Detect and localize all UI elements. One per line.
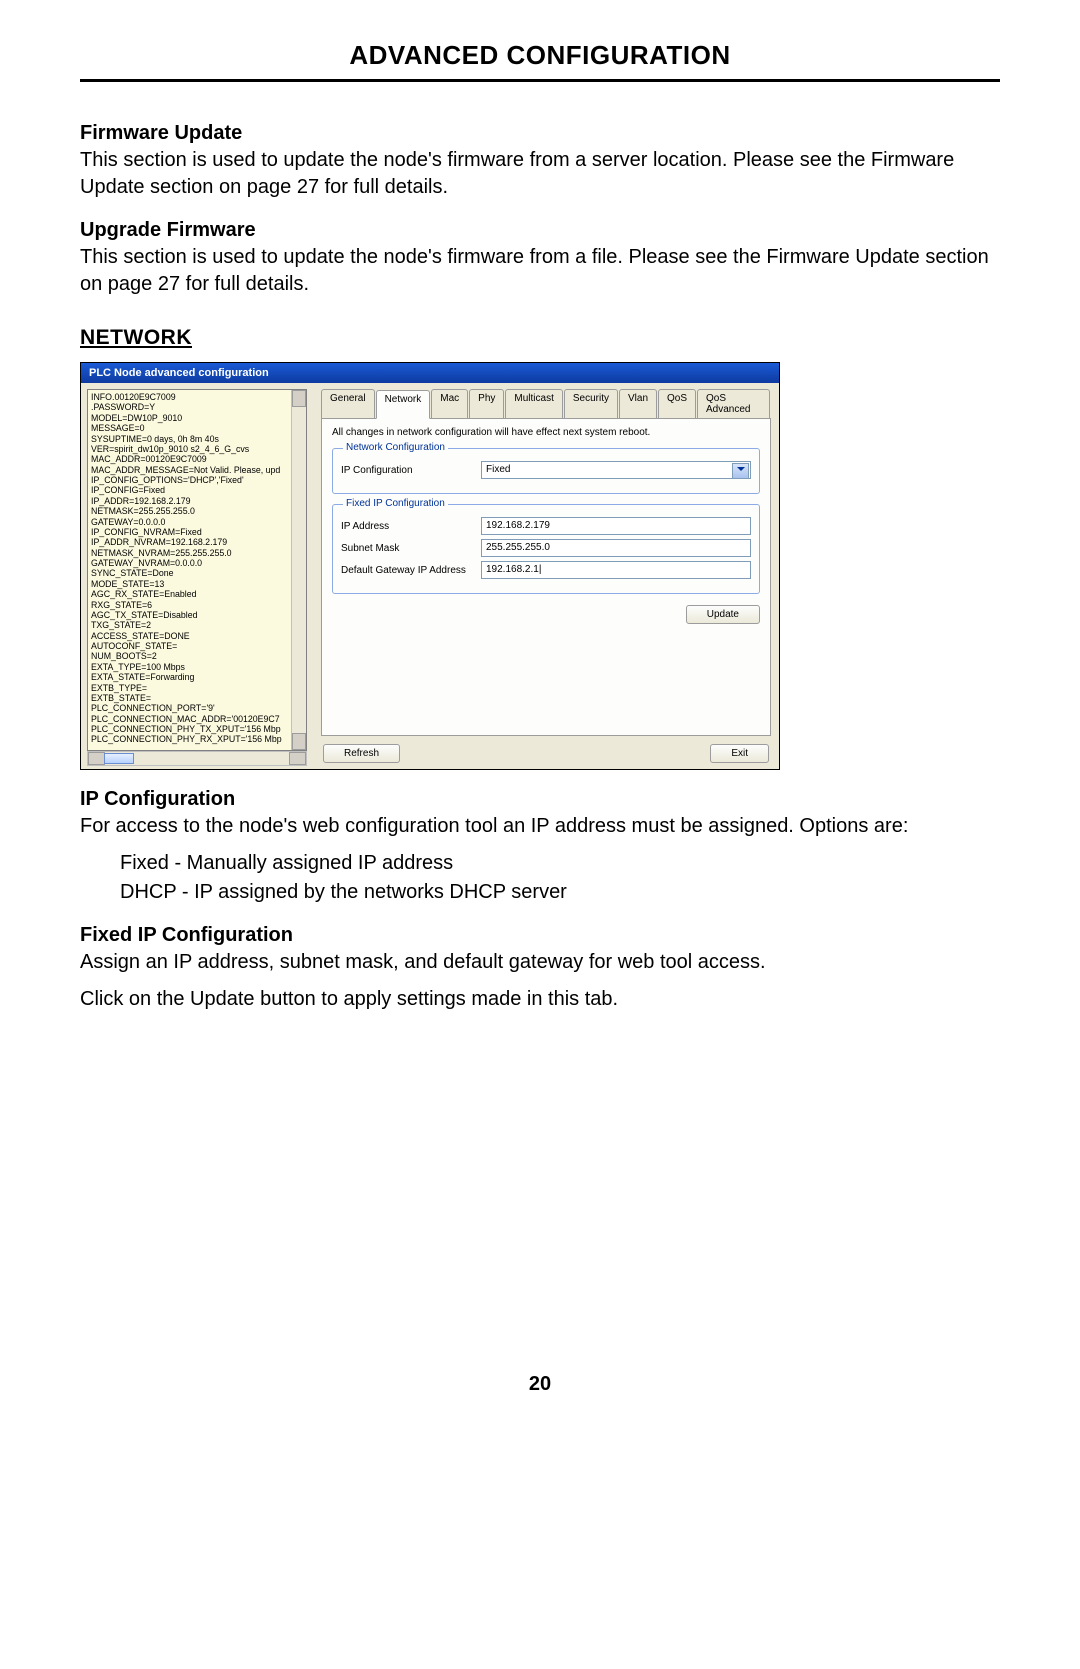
- info-line: NETMASK_NVRAM=255.255.255.0: [91, 548, 303, 558]
- tab-qos-advanced[interactable]: QoS Advanced: [697, 389, 770, 418]
- info-line: AGC_TX_STATE=Disabled: [91, 610, 303, 620]
- tab-security[interactable]: Security: [564, 389, 618, 418]
- heading-network: NETWORK: [80, 326, 1000, 350]
- info-line: PLC_CONNECTION_MAC_ADDR='00120E9C7: [91, 714, 303, 724]
- page-number: 20: [80, 1373, 1000, 1396]
- label-ip-address: IP Address: [341, 521, 481, 532]
- info-line: ACCESS_STATE=DONE: [91, 631, 303, 641]
- chevron-down-icon: [737, 467, 745, 471]
- scrollbar-vertical[interactable]: [291, 390, 306, 750]
- info-line: MODEL=DW10P_9010: [91, 413, 303, 423]
- info-line: IP_CONFIG=Fixed: [91, 485, 303, 495]
- label-default-gateway: Default Gateway IP Address: [341, 565, 481, 576]
- fieldset-network-config: Network Configuration IP Configuration F…: [332, 448, 760, 494]
- input-default-gateway[interactable]: 192.168.2.1|: [481, 561, 751, 579]
- input-subnet-mask[interactable]: 255.255.255.0: [481, 539, 751, 557]
- info-line: MODE_STATE=13: [91, 579, 303, 589]
- info-line: IP_CONFIG_OPTIONS='DHCP','Fixed': [91, 475, 303, 485]
- tab-mac[interactable]: Mac: [431, 389, 468, 418]
- info-line: AGC_RX_STATE=Enabled: [91, 589, 303, 599]
- text-ip-configuration: For access to the node's web configurati…: [80, 813, 1000, 840]
- select-ip-configuration[interactable]: Fixed: [481, 461, 751, 479]
- info-line: PLC_CONNECTION_PHY_RX_XPUT='156 Mbp: [91, 734, 303, 744]
- info-line: EXTA_STATE=Forwarding: [91, 672, 303, 682]
- legend-fixed-ip-config: Fixed IP Configuration: [343, 498, 448, 509]
- info-line: GATEWAY=0.0.0.0: [91, 517, 303, 527]
- info-line: IP_ADDR_NVRAM=192.168.2.179: [91, 537, 303, 547]
- text-fixed-ip-configuration: Assign an IP address, subnet mask, and d…: [80, 949, 1000, 976]
- info-line: MESSAGE=0: [91, 423, 303, 433]
- text-upgrade-firmware: This section is used to update the node'…: [80, 244, 1000, 298]
- info-line: GATEWAY_NVRAM=0.0.0.0: [91, 558, 303, 568]
- text-ip-option-dhcp: DHCP - IP assigned by the networks DHCP …: [120, 879, 1000, 906]
- screenshot-plc-config: PLC Node advanced configuration INFO.001…: [80, 362, 780, 770]
- info-line: NETMASK=255.255.255.0: [91, 506, 303, 516]
- info-line: TXG_STATE=2: [91, 620, 303, 630]
- info-line: IP_CONFIG_NVRAM=Fixed: [91, 527, 303, 537]
- tab-bar: General Network Mac Phy Multicast Securi…: [321, 389, 771, 418]
- info-line: PLC_CONNECTION_PORT='9': [91, 703, 303, 713]
- label-ip-configuration: IP Configuration: [341, 465, 481, 476]
- network-note: All changes in network configuration wil…: [332, 427, 762, 438]
- label-subnet-mask: Subnet Mask: [341, 543, 481, 554]
- info-panel: INFO.00120E9C7009.PASSWORD=YMODEL=DW10P_…: [87, 389, 307, 751]
- info-line: MAC_ADDR_MESSAGE=Not Valid. Please, upd: [91, 465, 303, 475]
- refresh-button[interactable]: Refresh: [323, 744, 400, 763]
- exit-button[interactable]: Exit: [710, 744, 769, 763]
- page-title: ADVANCED CONFIGURATION: [80, 40, 1000, 71]
- text-firmware-update: This section is used to update the node'…: [80, 147, 1000, 201]
- tab-multicast[interactable]: Multicast: [505, 389, 562, 418]
- tab-vlan[interactable]: Vlan: [619, 389, 657, 418]
- info-line: MAC_ADDR=00120E9C7009: [91, 454, 303, 464]
- heading-fixed-ip-configuration: Fixed IP Configuration: [80, 924, 1000, 947]
- title-rule: [80, 79, 1000, 82]
- heading-upgrade-firmware: Upgrade Firmware: [80, 219, 1000, 242]
- info-line: EXTA_TYPE=100 Mbps: [91, 662, 303, 672]
- heading-ip-configuration: IP Configuration: [80, 788, 1000, 811]
- tab-qos[interactable]: QoS: [658, 389, 696, 418]
- heading-firmware-update: Firmware Update: [80, 122, 1000, 145]
- info-line: VER=spirit_dw10p_9010 s2_4_6_G_cvs: [91, 444, 303, 454]
- select-ip-configuration-value: Fixed: [486, 464, 510, 475]
- info-line: PLC_CONNECTION_PHY_TX_XPUT='156 Mbp: [91, 724, 303, 734]
- legend-network-config: Network Configuration: [343, 442, 448, 453]
- tab-panel-network: All changes in network configuration wil…: [321, 418, 771, 736]
- info-line: EXTB_STATE=: [91, 693, 303, 703]
- input-ip-address[interactable]: 192.168.2.179: [481, 517, 751, 535]
- info-line: .PASSWORD=Y: [91, 402, 303, 412]
- info-line: SYNC_STATE=Done: [91, 568, 303, 578]
- update-button[interactable]: Update: [686, 605, 760, 624]
- tab-phy[interactable]: Phy: [469, 389, 504, 418]
- window-titlebar: PLC Node advanced configuration: [81, 363, 779, 383]
- scrollbar-horizontal[interactable]: [87, 751, 307, 766]
- info-line: EXTB_TYPE=: [91, 683, 303, 693]
- text-update-note: Click on the Update button to apply sett…: [80, 986, 1000, 1013]
- info-line: AUTOCONF_STATE=: [91, 641, 303, 651]
- text-ip-option-fixed: Fixed - Manually assigned IP address: [120, 850, 1000, 877]
- fieldset-fixed-ip-config: Fixed IP Configuration IP Address 192.16…: [332, 504, 760, 594]
- tab-general[interactable]: General: [321, 389, 375, 418]
- info-line: INFO.00120E9C7009: [91, 392, 303, 402]
- info-line: SYSUPTIME=0 days, 0h 8m 40s: [91, 434, 303, 444]
- info-line: NUM_BOOTS=2: [91, 651, 303, 661]
- tab-network[interactable]: Network: [376, 390, 431, 419]
- info-line: IP_ADDR=192.168.2.179: [91, 496, 303, 506]
- info-line: RXG_STATE=6: [91, 600, 303, 610]
